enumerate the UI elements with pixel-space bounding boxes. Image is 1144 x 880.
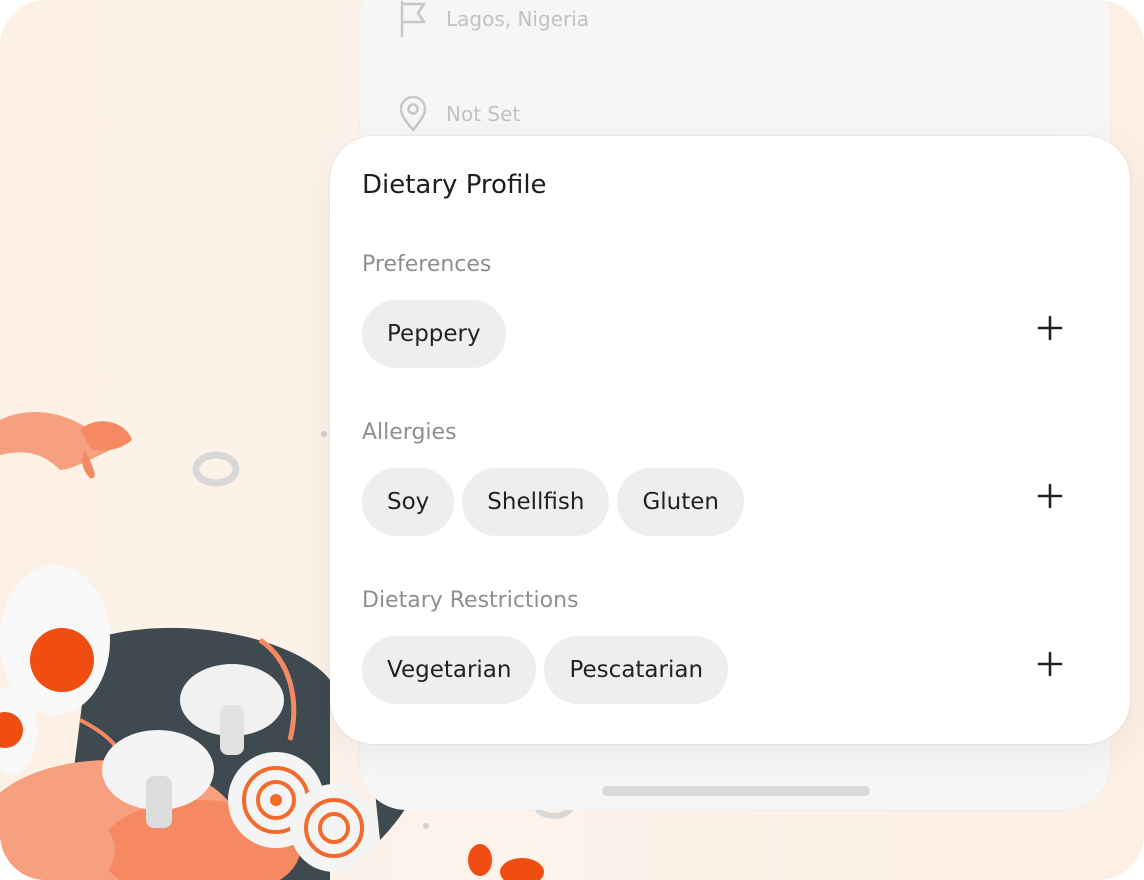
home-indicator xyxy=(602,786,870,796)
dietary-restrictions-label: Dietary Restrictions xyxy=(362,588,579,613)
plus-icon xyxy=(1037,315,1063,341)
preferences-tags: Peppery xyxy=(362,300,506,368)
allergies-tags: Soy Shellfish Gluten xyxy=(362,468,744,536)
map-pin-icon xyxy=(398,95,428,133)
tag-chip[interactable]: Vegetarian xyxy=(362,636,537,704)
add-allergy-button[interactable] xyxy=(1034,480,1066,512)
allergies-label: Allergies xyxy=(362,420,457,445)
address-row: Not Set xyxy=(398,95,520,133)
plus-icon xyxy=(1037,651,1063,677)
card-title: Dietary Profile xyxy=(362,170,547,200)
add-restriction-button[interactable] xyxy=(1034,648,1066,680)
shrimp-illustration xyxy=(0,411,132,479)
preferences-label: Preferences xyxy=(362,252,492,277)
dietary-profile-card: Dietary Profile Preferences Peppery Alle… xyxy=(330,136,1130,744)
tag-chip[interactable]: Shellfish xyxy=(462,468,610,536)
add-preference-button[interactable] xyxy=(1034,312,1066,344)
location-text: Lagos, Nigeria xyxy=(446,7,590,31)
fish-cake xyxy=(290,784,378,872)
location-row: Lagos, Nigeria xyxy=(398,0,589,38)
flag-icon xyxy=(398,0,428,38)
dietary-restrictions-tags: Vegetarian Pescatarian xyxy=(362,636,729,704)
tag-chip[interactable]: Peppery xyxy=(362,300,506,368)
onion-ring xyxy=(192,451,240,487)
tag-chip[interactable]: Gluten xyxy=(617,468,744,536)
tag-chip[interactable]: Soy xyxy=(362,468,455,536)
app-frame: Lagos, Nigeria Not Set Dietary Profile P… xyxy=(0,0,1144,880)
tag-chip[interactable]: Pescatarian xyxy=(544,636,729,704)
plus-icon xyxy=(1037,483,1063,509)
address-text: Not Set xyxy=(446,102,521,126)
